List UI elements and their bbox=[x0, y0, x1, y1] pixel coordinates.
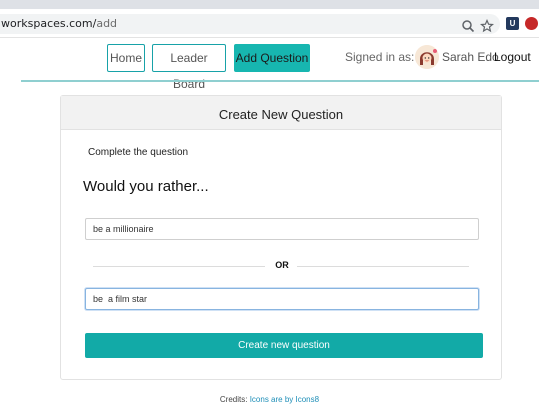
credits-link[interactable]: Icons are by Icons8 bbox=[250, 395, 319, 404]
extension-block-icon[interactable] bbox=[525, 17, 538, 30]
create-question-card: Create New Question Complete the questio… bbox=[60, 95, 502, 380]
address-bar[interactable]: workspaces.com/add bbox=[0, 14, 500, 34]
url-path: add bbox=[96, 17, 118, 30]
bookmark-star-icon[interactable] bbox=[480, 19, 494, 33]
url-text[interactable]: workspaces.com/add bbox=[1, 17, 117, 30]
or-label: OR bbox=[275, 260, 289, 270]
option-one-input[interactable] bbox=[85, 218, 479, 240]
search-icon[interactable] bbox=[461, 19, 475, 33]
card-title: Create New Question bbox=[218, 107, 344, 122]
username: Sarah Edo bbox=[442, 50, 499, 64]
browser-toolbar: workspaces.com/add U bbox=[0, 9, 539, 38]
signed-in-label: Signed in as: bbox=[345, 50, 415, 64]
nav-add-question-button[interactable]: Add Question bbox=[234, 44, 310, 72]
option-two-input[interactable] bbox=[85, 288, 479, 310]
question-heading: Would you rather... bbox=[83, 178, 209, 195]
instructions-text: Complete the question bbox=[88, 147, 189, 158]
url-host: workspaces.com/ bbox=[1, 17, 97, 30]
credits: Credits: Icons are by Icons8 bbox=[0, 395, 539, 404]
browser-tabstrip bbox=[0, 0, 539, 9]
credits-label: Credits: bbox=[219, 395, 248, 404]
extension-u-icon[interactable]: U bbox=[506, 17, 519, 30]
create-question-button[interactable]: Create new question bbox=[85, 333, 483, 358]
nav-divider bbox=[21, 80, 539, 82]
user-avatar-icon bbox=[415, 45, 439, 69]
or-divider-left bbox=[93, 266, 265, 267]
nav-leader-board-button[interactable]: Leader Board bbox=[152, 44, 226, 91]
logout-link[interactable]: Logout bbox=[494, 50, 531, 64]
avatar bbox=[415, 45, 439, 69]
or-divider-right bbox=[297, 266, 469, 267]
nav-home-button[interactable]: Home bbox=[107, 44, 145, 72]
card-header: Create New Question bbox=[61, 96, 501, 130]
